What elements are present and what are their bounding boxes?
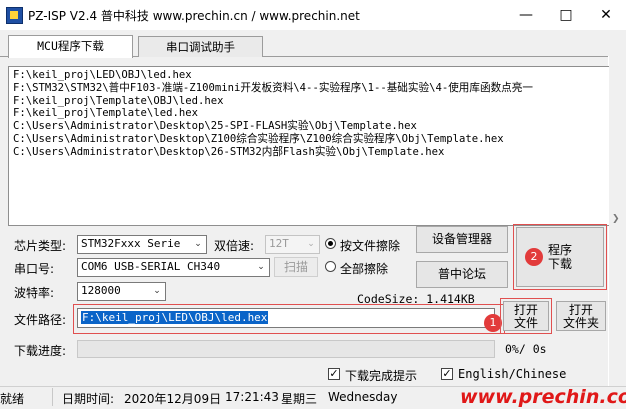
list-item[interactable]: F:\keil_proj\LED\OBJ\led.hex xyxy=(13,69,533,82)
chip-type-select[interactable]: STM32Fxxx Serie ⌄ xyxy=(77,235,207,254)
english-chinese-label: English/Chinese xyxy=(458,367,567,381)
erase-all-label: 全部擦除 xyxy=(340,262,389,276)
scan-button[interactable]: 扫描 xyxy=(274,257,318,277)
status-date-label: 日期时间: xyxy=(62,392,115,406)
download-done-tip-checkbox[interactable]: ✓ xyxy=(328,368,340,380)
progress-text: 0%/ 0s xyxy=(505,342,547,356)
list-item[interactable]: F:\keil_proj\Template\led.hex xyxy=(13,107,533,120)
watermark-logo: www.prechin.com xyxy=(460,386,626,408)
list-item[interactable]: C:\Users\Administrator\Desktop\25-SPI-FL… xyxy=(13,120,533,133)
erase-by-file-label: 按文件擦除 xyxy=(340,239,401,253)
chevron-down-icon: ⌄ xyxy=(253,259,269,276)
file-path-label: 文件路径: xyxy=(14,313,67,327)
double-speed-label: 双倍速: xyxy=(214,239,255,253)
file-path-input[interactable]: F:\keil_proj\LED\OBJ\led.hex xyxy=(77,308,495,328)
erase-all-radio[interactable] xyxy=(325,261,336,272)
chevron-down-icon: ⌄ xyxy=(303,236,319,253)
progress-label: 下载进度: xyxy=(14,344,67,358)
app-icon xyxy=(6,7,23,24)
maximize-button[interactable]: □ xyxy=(546,0,586,30)
download-done-tip-label: 下载完成提示 xyxy=(345,369,418,383)
chevron-down-icon: ⌄ xyxy=(190,236,206,253)
list-item[interactable]: C:\Users\Administrator\Desktop\26-STM32内… xyxy=(13,146,533,159)
file-history-lines: F:\keil_proj\LED\OBJ\led.hex F:\STM32\ST… xyxy=(13,69,533,159)
chip-type-label: 芯片类型: xyxy=(14,239,67,253)
status-ready: 就绪 xyxy=(0,392,25,406)
erase-by-file-radio[interactable] xyxy=(325,238,336,249)
chevron-down-icon: ⌄ xyxy=(149,283,165,300)
open-file-label-2: 文件 xyxy=(513,316,538,330)
forum-button[interactable]: 普中论坛 xyxy=(416,261,508,288)
status-date: 2020年12月09日 xyxy=(124,392,222,406)
status-divider xyxy=(52,388,53,406)
file-path-value: F:\keil_proj\LED\OBJ\led.hex xyxy=(81,311,269,324)
double-speed-value: 12T xyxy=(269,237,289,250)
side-collapse-strip[interactable]: ❯ xyxy=(609,56,626,386)
serial-port-value: COM6 USB-SERIAL CH340 xyxy=(81,260,221,273)
device-manager-button[interactable]: 设备管理器 xyxy=(416,226,508,253)
baud-rate-value: 128000 xyxy=(81,284,121,297)
minimize-button[interactable]: — xyxy=(506,0,546,30)
tab-serial-assistant[interactable]: 串口调试助手 xyxy=(138,36,263,57)
status-weekday-cn: 星期三 xyxy=(281,392,318,406)
tab-mcu-download[interactable]: MCU程序下载 xyxy=(8,35,133,58)
baud-rate-label: 波特率: xyxy=(14,286,55,300)
window-title: PZ-ISP V2.4 普中科技 www.prechin.cn / www.pr… xyxy=(28,9,360,23)
serial-port-select[interactable]: COM6 USB-SERIAL CH340 ⌄ xyxy=(77,258,270,277)
chip-type-value: STM32Fxxx Serie xyxy=(81,237,181,250)
open-file-button[interactable]: 打开 文件 xyxy=(503,301,549,331)
status-time: 17:21:43 xyxy=(225,390,279,404)
status-weekday-en: Wednesday xyxy=(328,390,398,404)
close-button[interactable]: ✕ xyxy=(586,0,626,30)
double-speed-select[interactable]: 12T ⌄ xyxy=(265,235,320,254)
open-folder-label-2: 文件夹 xyxy=(562,316,599,330)
download-progress-bar xyxy=(77,340,495,358)
list-item[interactable]: F:\keil_proj\Template\OBJ\led.hex xyxy=(13,95,533,108)
open-folder-button[interactable]: 打开 文件夹 xyxy=(556,301,606,331)
baud-rate-select[interactable]: 128000 ⌄ xyxy=(77,282,166,301)
step-2-badge: 2 xyxy=(525,248,543,266)
list-item[interactable]: F:\STM32\STM32\普中F103-准端-Z100mini开发板资料\4… xyxy=(13,82,533,95)
serial-port-label: 串口号: xyxy=(14,262,55,276)
chevron-right-icon: ❯ xyxy=(612,214,620,224)
english-chinese-checkbox[interactable]: ✓ xyxy=(441,368,453,380)
list-item[interactable]: C:\Users\Administrator\Desktop\Z100综合实验程… xyxy=(13,133,533,146)
file-history-list[interactable]: F:\keil_proj\LED\OBJ\led.hex F:\STM32\ST… xyxy=(8,66,611,226)
